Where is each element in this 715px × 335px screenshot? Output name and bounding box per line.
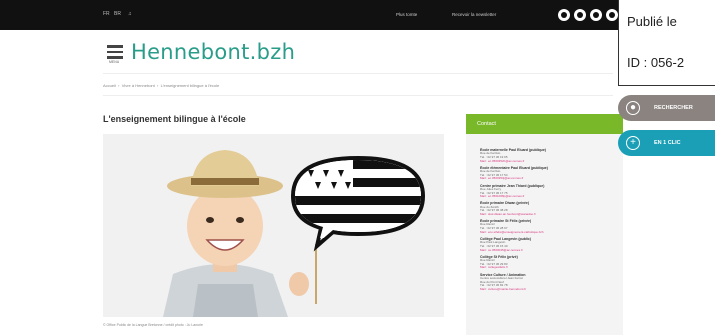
- contact-heading: Contact: [477, 121, 496, 127]
- instagram-icon[interactable]: [590, 9, 602, 21]
- search-tab-label: RECHERCHER: [654, 105, 693, 111]
- top-bar: FR BR ♫ Plus tomte Recevoir la newslette…: [0, 0, 715, 30]
- newsletter-link[interactable]: Recevoir la newsletter: [452, 12, 496, 17]
- contact-entry: École élémentaire Paul Eluard (publique)…: [480, 166, 618, 181]
- menu-label: MENU: [109, 60, 120, 64]
- breadcrumb: Accueil › Vivre à Hennebont › L'enseigne…: [103, 83, 219, 88]
- breadcrumb-current: L'enseignement bilingue à l'école: [160, 83, 220, 88]
- contact-entry: École primaire Diwan (privée) Rue du Zén…: [480, 201, 618, 216]
- page-root: FR BR ♫ Plus tomte Recevoir la newslette…: [0, 0, 715, 335]
- plus-icon: +: [626, 136, 640, 150]
- contact-mail-link[interactable]: Mail : ce.0560045@ac-rennes.fr: [480, 249, 618, 253]
- lang-br-link[interactable]: BR: [114, 11, 121, 17]
- site-logo[interactable]: Hennebont.bzh: [131, 40, 295, 64]
- contact-mail-link[interactable]: Mail : eco.stfelix@enseignement-catholiq…: [480, 231, 618, 235]
- contact-mail-link[interactable]: Mail : ec.0561068p@ac-rennes.fr: [480, 195, 618, 199]
- youtube-icon[interactable]: [606, 9, 618, 21]
- breadcrumb-home[interactable]: Accueil: [103, 83, 116, 88]
- lang-fr-link[interactable]: FR: [103, 11, 110, 17]
- contact-header: Contact: [466, 114, 623, 134]
- one-click-tab-button[interactable]: + EN 1 CLIC: [618, 130, 715, 156]
- contact-entry: Centre primaire Jean Thiard (publique) R…: [480, 184, 618, 199]
- menu-hamburger-icon[interactable]: [107, 45, 123, 59]
- facebook-icon[interactable]: [558, 9, 570, 21]
- top-link-plus[interactable]: Plus tomte: [396, 12, 417, 17]
- contact-mail-link[interactable]: Mail : culture@mairie-hennebont.fr: [480, 288, 618, 292]
- page-title: L'enseignement bilingue à l'école: [103, 114, 246, 124]
- contact-panel: Contact École maternelle Paul Eluard (pu…: [466, 114, 623, 335]
- contact-entry: Collège Paul Langevin (public) Rue Paul …: [480, 237, 618, 252]
- accessibility-icon[interactable]: ♫: [128, 11, 132, 17]
- contact-entry: École primaire St Félix (privée) Rue Ram…: [480, 219, 618, 234]
- article-photo: [103, 134, 444, 317]
- stamp-id-text: ID : 056-2: [627, 55, 685, 70]
- contact-entry: École maternelle Paul Eluard (publique) …: [480, 148, 618, 163]
- one-click-tab-label: EN 1 CLIC: [654, 140, 681, 146]
- stamp-published-text: Publié le: [627, 14, 677, 29]
- contact-entry: Service Culture / Animation Centre socio…: [480, 273, 618, 292]
- search-tab-button[interactable]: ● RECHERCHER: [618, 95, 715, 121]
- contact-mail-link[interactable]: Mail : ec.0560352h@ac-rennes.fr: [480, 160, 618, 164]
- contact-mail-link[interactable]: Mail : ec.0560353j@ac-rennes.fr: [480, 177, 618, 181]
- search-icon: ●: [626, 101, 640, 115]
- divider: [103, 95, 613, 96]
- breadcrumb-section[interactable]: Vivre à Hennebont: [122, 83, 155, 88]
- contact-list: École maternelle Paul Eluard (publique) …: [480, 148, 618, 294]
- divider: [103, 73, 613, 74]
- contact-mail-link[interactable]: Mail : skol.diwan.an.henbont@wanadoo.fr: [480, 213, 618, 217]
- contact-mail-link[interactable]: Mail : collegestfelix.fr: [480, 266, 618, 270]
- photo-caption: © Office Public de la Langue Bretonne / …: [103, 323, 203, 327]
- publication-stamp: Publié le ID : 056-2: [618, 0, 715, 86]
- twitter-icon[interactable]: [574, 9, 586, 21]
- contact-entry: Collège St Félix (privé) Rue Ramiz Tél. …: [480, 255, 618, 270]
